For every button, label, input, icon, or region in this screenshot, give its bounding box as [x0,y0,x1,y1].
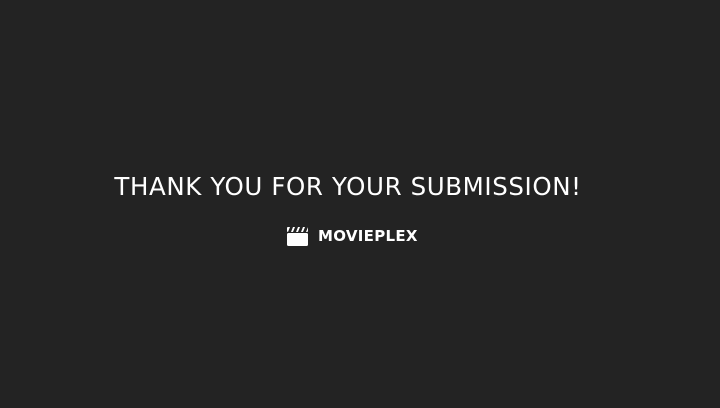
clapperboard-icon [287,226,308,246]
thank-you-message: THANK YOU FOR YOUR SUBMISSION! [114,172,582,201]
brand-name: MOVIEPLEX [318,227,418,245]
confirmation-page: THANK YOU FOR YOUR SUBMISSION! MOVIEPLEX [0,0,720,408]
brand-logo-link[interactable]: MOVIEPLEX [287,224,418,248]
